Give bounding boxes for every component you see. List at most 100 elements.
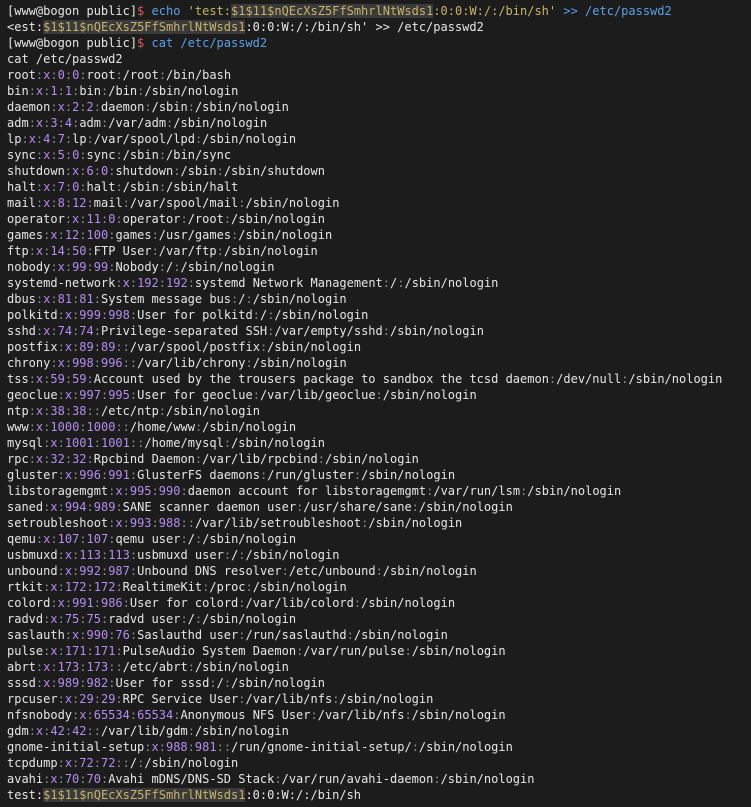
passwd-field: shutdown <box>115 164 174 178</box>
passwd-field: /sbin/nologin <box>194 724 289 738</box>
field-separator: : <box>382 276 390 290</box>
passwd-field: /bin/sync <box>166 148 232 162</box>
field-separator: : <box>238 596 246 610</box>
field-separator: : <box>64 212 73 226</box>
passwd-field: Rpcbind Daemon <box>93 452 195 466</box>
passwd-field: /sbin/halt <box>166 180 239 194</box>
field-separator: : <box>64 260 73 274</box>
field-separator: : <box>57 388 65 402</box>
passwd-field: 996 <box>100 356 123 370</box>
field-separator: : <box>86 244 94 258</box>
passwd-field: operator <box>122 212 181 226</box>
field-separator: : <box>129 708 138 722</box>
passwd-field: bin <box>79 84 102 98</box>
field-separator: : <box>86 644 94 658</box>
field-separator: : <box>50 660 58 674</box>
field-separator: : <box>404 644 412 658</box>
terminal-line: usbmuxd:x:113:113:usbmuxd user:/:/sbin/n… <box>0 547 751 563</box>
terminal-text: 'test: <box>180 4 231 18</box>
passwd-field: /sbin/nologin <box>411 708 506 722</box>
terminal-window[interactable]: [www@bogon public]$ echo 'test:$1$11$nQE… <box>0 0 751 807</box>
passwd-field: /sbin/nologin <box>390 324 484 338</box>
field-separator: : <box>86 404 94 418</box>
passwd-field: 42 <box>72 724 87 738</box>
passwd-field: x <box>50 580 58 594</box>
passwd-field: 1001 <box>100 436 130 450</box>
field-separator: : <box>223 740 232 754</box>
field-separator: : <box>86 196 94 210</box>
field-separator: : <box>223 212 232 226</box>
field-separator: : <box>28 724 36 738</box>
passwd-field: 38 <box>72 404 87 418</box>
field-separator: : <box>86 724 94 738</box>
terminal-line: bin:x:1:1:bin:/bin:/sbin/nologin <box>0 83 751 99</box>
passwd-field: /sbin/nologin <box>245 196 340 210</box>
passwd-field: pulse <box>7 644 44 658</box>
field-separator: : <box>79 68 87 82</box>
passwd-field: ftp <box>7 244 29 258</box>
passwd-field: User for polkitd <box>137 308 253 322</box>
passwd-field: shutdown <box>7 164 65 178</box>
passwd-field: adm <box>7 116 29 130</box>
terminal-line: sssd:x:989:982:User for sssd:/:/sbin/nol… <box>0 675 751 691</box>
passwd-field: 89 <box>100 340 116 354</box>
field-separator: : <box>180 212 188 226</box>
passwd-field: 3 <box>50 116 58 130</box>
terminal-line: www:x:1000:1000::/home/www:/sbin/nologin <box>0 419 751 435</box>
passwd-field: 32 <box>50 452 65 466</box>
passwd-field: /var/lib/rpcbind <box>202 452 318 466</box>
terminal-line: postfix:x:89:89::/var/spool/postfix:/sbi… <box>0 339 751 355</box>
field-separator: : <box>64 724 73 738</box>
field-separator: : <box>238 548 246 562</box>
passwd-field: 989 <box>57 676 80 690</box>
field-separator: : <box>93 164 101 178</box>
terminal-line: mail:x:8:12:mail:/var/spool/mail:/sbin/n… <box>0 195 751 211</box>
passwd-field: PulseAudio System Daemon <box>122 644 297 658</box>
passwd-field: geoclue <box>7 388 58 402</box>
field-separator: : <box>122 756 130 770</box>
field-separator: : <box>144 100 152 114</box>
passwd-field: /var/ftp <box>158 244 217 258</box>
passwd-field: x <box>64 564 73 578</box>
passwd-field: unbound <box>7 564 58 578</box>
passwd-field: halt <box>7 180 36 194</box>
field-separator: : <box>115 180 123 194</box>
passwd-field: 42 <box>50 724 65 738</box>
passwd-field: root <box>7 68 36 82</box>
terminal-line: nobody:x:99:99:Nobody:/:/sbin/nologin <box>0 259 751 275</box>
passwd-field: 29 <box>100 692 116 706</box>
passwd-field: daemon <box>7 100 51 114</box>
passwd-field: /sbin/nologin <box>368 516 463 530</box>
field-separator: : <box>209 676 217 690</box>
passwd-field: /sbin/nologin <box>274 308 369 322</box>
passwd-field: SANE scanner daemon user <box>122 500 297 514</box>
field-separator: : <box>57 548 65 562</box>
field-separator: : <box>151 516 159 530</box>
terminal-text: $nQEcXsZ5FfSmhrlNtWsds1 <box>79 20 246 34</box>
passwd-field: 75 <box>64 612 80 626</box>
passwd-field: x <box>151 740 159 754</box>
terminal-line: avahi:x:70:70:Avahi mDNS/DNS-SD Stack:/v… <box>0 771 751 787</box>
field-separator: : <box>64 244 73 258</box>
field-separator: : <box>86 500 94 514</box>
terminal-line: saned:x:994:989:SANE scanner daemon user… <box>0 499 751 515</box>
field-separator: : <box>93 356 101 370</box>
field-separator: : <box>93 692 101 706</box>
passwd-field: /var/lib/geoclue <box>259 388 376 402</box>
passwd-field: sshd <box>7 324 36 338</box>
passwd-field: x <box>57 260 65 274</box>
passwd-field: /run/saslauthd <box>245 628 347 642</box>
terminal-line: geoclue:x:997:995:User for geoclue:/var/… <box>0 387 751 403</box>
passwd-field: Unbound DNS resolver <box>137 564 282 578</box>
field-separator: : <box>86 260 94 274</box>
passwd-field: 113 <box>108 548 130 562</box>
field-separator: : <box>158 404 167 418</box>
passwd-field: 987 <box>108 564 130 578</box>
terminal-text: $nQEcXsZ5FfSmhrlNtWsds1 <box>267 4 434 18</box>
passwd-field: /sbin/nologin <box>361 468 456 482</box>
passwd-field: radvd user <box>108 612 181 626</box>
terminal-line: root:x:0:0:root:/root:/bin/bash <box>0 67 751 83</box>
passwd-field: rpc <box>7 452 29 466</box>
passwd-field: 81 <box>57 292 73 306</box>
field-separator: : <box>79 228 87 242</box>
